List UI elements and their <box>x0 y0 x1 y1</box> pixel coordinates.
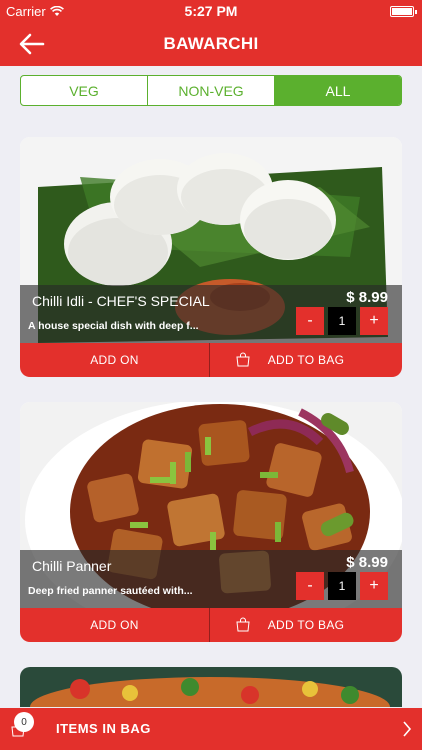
item-price: $ 8.99 <box>346 554 388 571</box>
decrease-quantity-button[interactable]: - <box>296 307 324 335</box>
item-actions: ADD ON ADD TO BAG <box>20 343 402 377</box>
menu-item-card: Chilli Idli - CHEF'S SPECIAL A house spe… <box>20 137 402 377</box>
bag-count-badge: 0 <box>14 712 34 732</box>
decrease-quantity-button[interactable]: - <box>296 572 324 600</box>
menu-item-card-partial[interactable] <box>20 667 402 707</box>
item-name: Chilli Idli - CHEF'S SPECIAL <box>32 293 210 309</box>
item-info-overlay: Chilli Idli - CHEF'S SPECIAL A house spe… <box>20 285 402 343</box>
tab-veg[interactable]: VEG <box>21 76 148 105</box>
status-bar: Carrier 5:27 PM <box>0 0 422 22</box>
quantity-value: 1 <box>328 307 356 335</box>
add-on-button[interactable]: ADD ON <box>20 343 210 377</box>
add-to-bag-button[interactable]: ADD TO BAG <box>210 343 402 377</box>
item-description: Deep fried panner sautéed with... <box>28 585 193 597</box>
add-on-button[interactable]: ADD ON <box>20 608 210 642</box>
item-price: $ 8.99 <box>346 289 388 306</box>
shopping-bag-icon <box>236 617 250 632</box>
add-to-bag-label: ADD TO BAG <box>267 353 345 367</box>
add-to-bag-button[interactable]: ADD TO BAG <box>210 608 402 642</box>
items-in-bag-label: ITEMS IN BAG <box>56 721 151 736</box>
menu-item-card: Chilli Panner Deep fried panner sautéed … <box>20 402 402 642</box>
item-info-overlay: Chilli Panner Deep fried panner sautéed … <box>20 550 402 608</box>
quantity-stepper: - 1 + <box>296 572 388 600</box>
chevron-right-icon <box>403 721 412 737</box>
item-actions: ADD ON ADD TO BAG <box>20 608 402 642</box>
add-to-bag-label: ADD TO BAG <box>267 618 345 632</box>
tab-non-veg[interactable]: NON-VEG <box>148 76 275 105</box>
item-description: A house special dish with deep f... <box>28 320 199 332</box>
food-image-partial <box>20 667 402 707</box>
quantity-stepper: - 1 + <box>296 307 388 335</box>
nav-bar: BAWARCHI <box>0 22 422 66</box>
shopping-bag-icon <box>236 352 250 367</box>
battery-icon <box>390 6 417 17</box>
page-title: BAWARCHI <box>163 34 259 53</box>
items-in-bag-bar[interactable]: 0 ITEMS IN BAG <box>0 708 422 750</box>
quantity-value: 1 <box>328 572 356 600</box>
increase-quantity-button[interactable]: + <box>360 307 388 335</box>
tab-all[interactable]: ALL <box>275 76 401 105</box>
clock: 5:27 PM <box>184 3 238 19</box>
filter-segmented-control: VEG NON-VEG ALL <box>20 75 402 106</box>
item-name: Chilli Panner <box>32 558 112 574</box>
increase-quantity-button[interactable]: + <box>360 572 388 600</box>
